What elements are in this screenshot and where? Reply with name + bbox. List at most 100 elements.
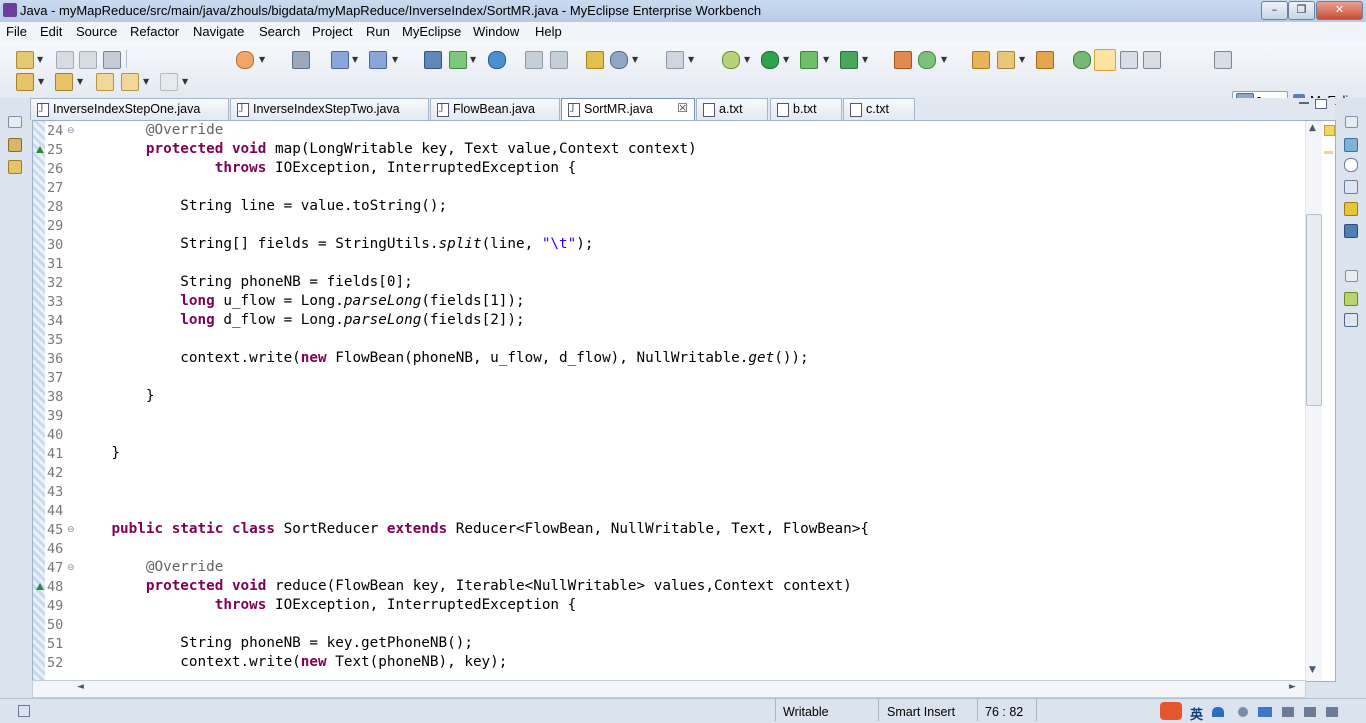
manage-deploy-icon[interactable] [369, 51, 387, 69]
snapshot-icon[interactable] [666, 51, 684, 69]
hierarchy-icon[interactable] [8, 160, 22, 174]
back-icon[interactable] [121, 73, 139, 91]
package-explorer-icon[interactable] [8, 138, 22, 152]
maximize-button[interactable]: ❐ [1288, 1, 1315, 20]
restore-right-icon[interactable] [1345, 116, 1358, 128]
fold-toggle-icon[interactable]: ⊖ [67, 563, 75, 573]
menu-window[interactable]: Window [473, 24, 519, 39]
open-type-icon[interactable] [424, 51, 442, 69]
minimize-button[interactable]: – [1261, 1, 1288, 20]
restore-right-2-icon[interactable] [1345, 270, 1358, 282]
next-annotation-dropdown-icon[interactable]: ▼ [38, 77, 44, 86]
highlight-toggle-icon[interactable] [1094, 49, 1116, 71]
open-perspective-icon[interactable] [1214, 51, 1232, 69]
code-line[interactable]: } [77, 388, 155, 404]
scroll-left-icon[interactable]: ◄ [77, 682, 84, 692]
scroll-right-icon[interactable]: ► [1289, 682, 1296, 692]
manage-dropdown-icon[interactable]: ▼ [392, 55, 398, 64]
fast-view-icon[interactable] [18, 705, 30, 717]
console-view-icon[interactable] [1344, 224, 1358, 238]
code-line[interactable]: context.write(new Text(phoneNB), key); [77, 654, 507, 670]
back-dropdown-icon[interactable]: ▼ [143, 77, 149, 86]
scroll-up-icon[interactable]: ▲ [1309, 123, 1316, 133]
previous-annotation-icon[interactable] [55, 73, 73, 91]
refresh-icon[interactable] [525, 51, 543, 69]
warning-summary-icon[interactable] [1324, 125, 1335, 136]
deploy-dropdown-icon[interactable]: ▼ [352, 55, 358, 64]
forward-icon[interactable] [160, 73, 178, 91]
external-dropdown-icon[interactable]: ▼ [862, 55, 868, 64]
menu-edit[interactable]: Edit [40, 24, 62, 39]
fold-toggle-icon[interactable]: ⊖ [67, 126, 75, 136]
search-dropdown-icon[interactable]: ▼ [632, 55, 638, 64]
punctuation-icon[interactable] [1238, 707, 1248, 717]
tray-grid-icon[interactable] [1304, 707, 1316, 717]
sync-icon[interactable] [550, 51, 568, 69]
code-line[interactable]: context.write(new FlowBean(phoneNB, u_fl… [77, 350, 808, 366]
task-icon[interactable] [586, 51, 604, 69]
pin-icon[interactable] [1073, 51, 1091, 69]
tab-c-txt[interactable]: c.txt [843, 98, 915, 120]
new-class-dropdown-icon[interactable]: ▼ [941, 55, 947, 64]
code-line[interactable]: long d_flow = Long.parseLong(fields[2]); [77, 312, 524, 328]
tab-inverseindexsteptwo[interactable]: InverseIndexStepTwo.java [230, 98, 429, 120]
code-line[interactable]: } [77, 445, 120, 461]
tab-flowbean[interactable]: FlowBean.java [430, 98, 560, 120]
new-wizard-icon[interactable] [16, 51, 34, 69]
console-icon[interactable] [292, 51, 310, 69]
code-line[interactable]: throws IOException, InterruptedException… [77, 160, 577, 176]
save-all-icon[interactable] [79, 51, 97, 69]
server-dropdown-icon[interactable]: ▼ [259, 55, 265, 64]
vertical-scroll-thumb[interactable] [1306, 214, 1322, 406]
folder-icon[interactable] [1036, 51, 1054, 69]
new-dropdown-icon[interactable]: ▼ [37, 55, 43, 64]
fold-toggle-icon[interactable]: ⊖ [67, 525, 75, 535]
code-line[interactable]: String line = value.toString(); [77, 198, 447, 214]
code-editor[interactable]: @Override protected void map(LongWritabl… [32, 120, 1336, 682]
tray-shirt-icon[interactable] [1282, 707, 1294, 717]
override-marker-icon[interactable] [36, 583, 44, 590]
coverage-icon[interactable] [800, 51, 818, 69]
overview-marker[interactable] [1324, 151, 1333, 154]
scroll-down-icon[interactable]: ▼ [1309, 665, 1316, 675]
show-whitespace-icon[interactable] [1143, 51, 1161, 69]
problems-icon[interactable] [1344, 138, 1358, 152]
run-app-dropdown-icon[interactable]: ▼ [470, 55, 476, 64]
horizontal-scrollbar[interactable]: ◄ ► [32, 680, 1306, 698]
maximize-editor-icon[interactable] [1315, 99, 1327, 109]
tab-sortmr[interactable]: SortMR.java ☒ [561, 98, 695, 121]
pen-dropdown-icon[interactable]: ▼ [1019, 55, 1025, 64]
code-line[interactable]: String phoneNB = fields[0]; [77, 274, 412, 290]
minimize-editor-icon[interactable] [1299, 102, 1309, 104]
previous-annotation-dropdown-icon[interactable]: ▼ [77, 77, 83, 86]
code-line[interactable]: long u_flow = Long.parseLong(fields[1]); [77, 293, 524, 309]
code-line[interactable]: String[] fields = StringUtils.split(line… [77, 236, 593, 252]
run-icon[interactable] [761, 51, 779, 69]
last-edit-icon[interactable] [96, 73, 114, 91]
web-browser-icon[interactable] [488, 51, 506, 69]
servers-icon[interactable] [1344, 202, 1358, 216]
override-marker-icon[interactable] [36, 146, 44, 153]
menu-search[interactable]: Search [259, 24, 300, 39]
code-line[interactable]: throws IOException, InterruptedException… [77, 597, 577, 613]
run-app-icon[interactable] [449, 51, 467, 69]
coverage-dropdown-icon[interactable]: ▼ [823, 55, 829, 64]
menu-project[interactable]: Project [312, 24, 352, 39]
print-icon[interactable] [103, 51, 121, 69]
tasks-icon[interactable] [1344, 292, 1358, 306]
menu-refactor[interactable]: Refactor [130, 24, 179, 39]
restore-icon[interactable] [8, 116, 22, 128]
keyboard-icon[interactable] [1258, 707, 1272, 717]
ime-language[interactable]: 英 [1190, 704, 1203, 723]
save-icon[interactable] [56, 51, 74, 69]
code-line[interactable]: @Override [77, 122, 223, 138]
javadoc-icon[interactable] [1344, 158, 1358, 172]
open-project-icon[interactable] [972, 51, 990, 69]
tab-b-txt[interactable]: b.txt [770, 98, 842, 120]
sogou-ime-icon[interactable] [1160, 702, 1182, 720]
new-package-icon[interactable] [894, 51, 912, 69]
menu-file[interactable]: File [6, 24, 27, 39]
code-line[interactable]: @Override [77, 559, 223, 575]
run-dropdown-icon[interactable]: ▼ [783, 55, 789, 64]
code-line[interactable]: protected void map(LongWritable key, Tex… [77, 141, 697, 157]
